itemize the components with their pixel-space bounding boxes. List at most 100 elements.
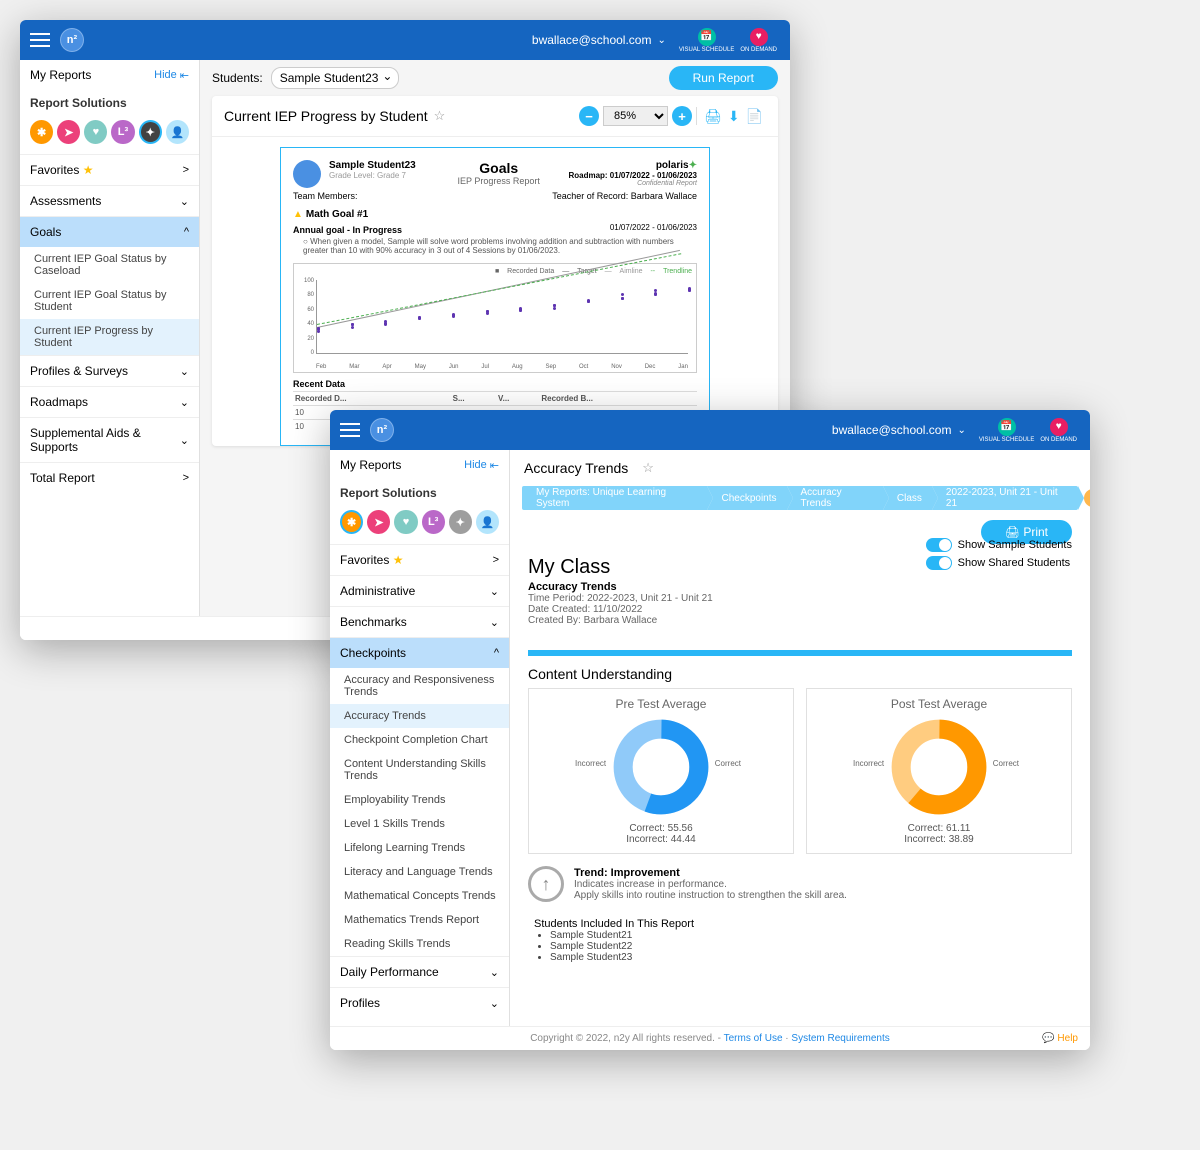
terms-link[interactable]: Terms of Use — [724, 1033, 783, 1044]
download-icon[interactable]: ⬇ — [728, 108, 740, 125]
nav-sub[interactable]: Accuracy Trends — [330, 704, 509, 728]
nav-roadmaps[interactable]: Roadmaps⌄ — [20, 386, 199, 417]
user-menu-chevron-icon[interactable]: ⌄ — [957, 425, 965, 436]
nav-profiles-surveys[interactable]: Profiles & Surveys⌄ — [20, 355, 199, 386]
solution-icon[interactable]: ✱ — [340, 510, 363, 534]
crumb[interactable]: Checkpoints — [707, 486, 786, 510]
visual-schedule-button[interactable]: 📅 VISUAL SCHEDULE — [679, 28, 734, 53]
nav-daily-performance[interactable]: Daily Performance⌄ — [330, 956, 509, 987]
solution-icon[interactable]: ✦ — [139, 120, 162, 144]
nav-sub[interactable]: Accuracy and Responsiveness Trends — [330, 668, 509, 704]
nav-sub-caseload[interactable]: Current IEP Goal Status by Caseload — [20, 247, 199, 283]
solution-icon[interactable]: ✱ — [30, 120, 53, 144]
user-email[interactable]: bwallace@school.com — [532, 33, 652, 47]
trend-title: Trend: Improvement — [574, 867, 847, 879]
students-dropdown[interactable]: Sample Student23 — [271, 67, 400, 89]
chevron-up-icon: ^ — [184, 226, 189, 238]
hamburger-icon[interactable] — [340, 423, 360, 437]
solution-icon[interactable]: ✦ — [449, 510, 472, 534]
nav-favorites[interactable]: Favorites ★ > — [20, 154, 199, 185]
crumb[interactable]: 2022-2023, Unit 21 - Unit 21 — [932, 486, 1078, 510]
help-icon[interactable]: ? — [1084, 489, 1090, 507]
breadcrumb: My Reports: Unique Learning System Check… — [522, 486, 1078, 510]
zoom-out-button[interactable]: − — [579, 106, 599, 126]
class-subtitle: Accuracy Trends — [528, 581, 1072, 593]
nav-sub[interactable]: Checkpoint Completion Chart — [330, 728, 509, 752]
nav-sub[interactable]: Lifelong Learning Trends — [330, 836, 509, 860]
star-icon: ★ — [393, 553, 404, 567]
time-period: Time Period: 2022-2023, Unit 21 - Unit 2… — [528, 593, 1072, 604]
nav-checkpoints[interactable]: Checkpoints^ — [330, 637, 509, 668]
trend-desc-2: Apply skills into routine instruction to… — [574, 890, 847, 901]
students-included-title: Students Included In This Report — [534, 918, 1066, 930]
donut-title: Post Test Average — [815, 697, 1063, 711]
hamburger-icon[interactable] — [30, 33, 50, 47]
chevron-right-icon: > — [183, 164, 189, 176]
solution-icon[interactable]: L³ — [422, 510, 445, 534]
post-test-donut-chart: Incorrect Correct — [889, 717, 989, 817]
on-demand-button[interactable]: ♥ ON DEMAND — [740, 28, 777, 53]
my-reports-label: My Reports — [340, 458, 401, 472]
nav-sub[interactable]: Level 1 Skills Trends — [330, 812, 509, 836]
app-logo[interactable]: n² — [60, 28, 84, 52]
crumb[interactable]: My Reports: Unique Learning System — [522, 486, 707, 510]
user-menu-chevron-icon[interactable]: ⌄ — [657, 35, 665, 46]
sysreq-link[interactable]: System Requirements — [791, 1033, 889, 1044]
nav-profiles[interactable]: Profiles⌄ — [330, 987, 509, 1018]
visual-schedule-button[interactable]: 📅 VISUAL SCHEDULE — [979, 418, 1034, 443]
calendar-icon: 📅 — [998, 418, 1016, 436]
nav-goals[interactable]: Goals^ — [20, 216, 199, 247]
nav-sub[interactable]: Reading Skills Trends — [330, 932, 509, 956]
nav-sub-progress[interactable]: Current IEP Progress by Student — [20, 319, 199, 355]
show-shared-toggle[interactable] — [926, 556, 952, 570]
favorite-star-icon[interactable]: ☆ — [642, 460, 654, 476]
collapse-icon: ⇤ — [180, 69, 189, 82]
topbar: n² bwallace@school.com ⌄ 📅 VISUAL SCHEDU… — [20, 20, 790, 60]
zoom-select[interactable]: 85% — [603, 106, 668, 126]
app-logo[interactable]: n² — [370, 418, 394, 442]
solution-icon[interactable]: ➤ — [367, 510, 390, 534]
footer: Copyright © 2022, n2y All rights reserve… — [330, 1026, 1090, 1050]
solution-icon[interactable]: ♥ — [84, 120, 107, 144]
solution-icon[interactable]: ♥ — [394, 510, 417, 534]
solution-icon[interactable]: 👤 — [476, 510, 499, 534]
solutions-row: ✱ ➤ ♥ L³ ✦ 👤 — [330, 506, 509, 544]
heart-icon: ♥ — [750, 28, 768, 46]
nav-sub-student[interactable]: Current IEP Goal Status by Student — [20, 283, 199, 319]
sidebar: My Reports Hide ⇤ Report Solutions ✱ ➤ ♥… — [330, 450, 510, 1050]
nav-supplemental[interactable]: Supplemental Aids & Supports⌄ — [20, 417, 199, 462]
solution-icon[interactable]: 👤 — [166, 120, 189, 144]
show-sample-toggle[interactable] — [926, 538, 952, 552]
zoom-in-button[interactable]: + — [672, 106, 692, 126]
nav-sub[interactable]: Mathematics Trends Report — [330, 908, 509, 932]
chevron-down-icon: ⌄ — [490, 966, 499, 979]
nav-assessments[interactable]: Assessments⌄ — [20, 185, 199, 216]
nav-sub[interactable]: Literacy and Language Trends — [330, 860, 509, 884]
on-demand-button[interactable]: ♥ ON DEMAND — [1040, 418, 1077, 443]
solution-icon[interactable]: ➤ — [57, 120, 80, 144]
nav-administrative[interactable]: Administrative⌄ — [330, 575, 509, 606]
window-accuracy-trends: n² bwallace@school.com ⌄ 📅 VISUAL SCHEDU… — [330, 410, 1090, 1050]
list-item: Sample Student22 — [550, 941, 1066, 952]
doc-teacher: Teacher of Record: Barbara Wallace — [552, 191, 697, 201]
print-icon[interactable]: 🖨 — [704, 108, 722, 125]
created-by: Created By: Barbara Wallace — [528, 615, 1072, 626]
crumb[interactable]: Accuracy Trends — [787, 486, 883, 510]
nav-sub[interactable]: Employability Trends — [330, 788, 509, 812]
user-email[interactable]: bwallace@school.com — [832, 423, 952, 437]
favorite-star-icon[interactable]: ☆ — [434, 108, 446, 124]
nav-sub[interactable]: Content Understanding Skills Trends — [330, 752, 509, 788]
solution-icon[interactable]: L³ — [111, 120, 134, 144]
nav-favorites[interactable]: Favorites ★ > — [330, 544, 509, 575]
star-icon: ★ — [83, 163, 94, 177]
run-report-button[interactable]: Run Report — [669, 66, 778, 90]
nav-benchmarks[interactable]: Benchmarks⌄ — [330, 606, 509, 637]
doc-title: Goals — [429, 160, 568, 176]
document-icon[interactable]: 📄 — [746, 108, 763, 125]
nav-total-report[interactable]: Total Report> — [20, 462, 199, 493]
hide-sidebar-button[interactable]: Hide ⇤ — [154, 69, 189, 82]
help-button[interactable]: 💬 Help — [1042, 1033, 1078, 1044]
hide-sidebar-button[interactable]: Hide ⇤ — [464, 459, 499, 472]
nav-sub[interactable]: Mathematical Concepts Trends — [330, 884, 509, 908]
crumb[interactable]: Class — [883, 486, 932, 510]
